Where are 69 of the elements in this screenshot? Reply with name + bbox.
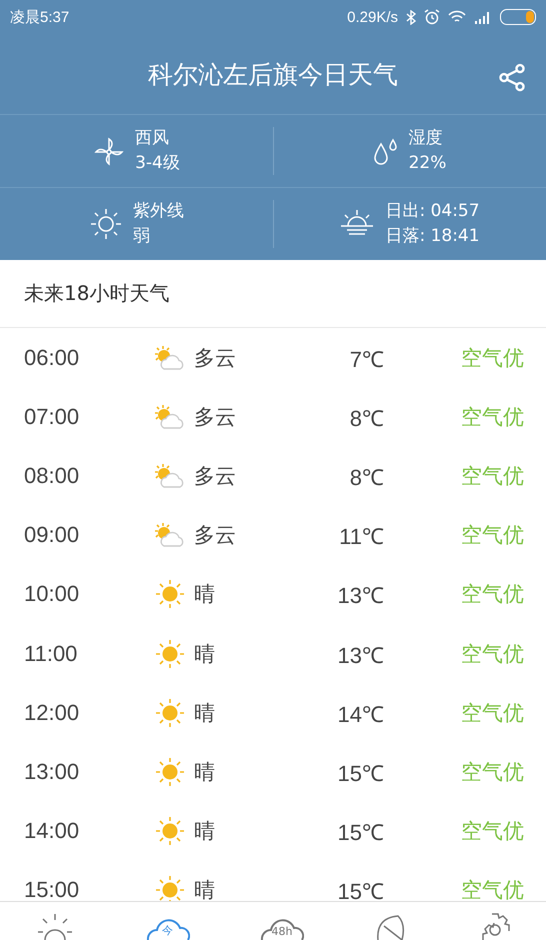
sun-icon [155, 816, 185, 846]
air-quality: 空气优 [460, 818, 525, 846]
sun-icon [155, 638, 185, 669]
detail-label: 日出: 04:57 [385, 200, 480, 223]
weather-condition: 多云 [194, 404, 237, 431]
section-title: 未来18小时天气 [24, 280, 170, 307]
detail-label: 湿度 [408, 127, 444, 150]
air-quality: 空气优 [460, 640, 525, 668]
temperature: 13℃ [336, 582, 384, 610]
detail-value: 3-4级 [135, 152, 180, 175]
cloud-tab[interactable]: 今 [146, 910, 190, 940]
temperature: 7℃ [348, 346, 384, 373]
weather-condition: 晴 [194, 700, 216, 727]
hour-time: 08:00 [23, 462, 80, 489]
hour-time: 06:00 [23, 344, 80, 371]
air-quality: 空气优 [460, 522, 525, 550]
temperature: 11℃ [338, 523, 384, 550]
alarm-icon [424, 9, 440, 25]
detail-value: 22% [408, 152, 446, 175]
droplets-icon [372, 136, 399, 166]
air-quality: 空气优 [460, 581, 525, 608]
temperature: 13℃ [336, 642, 384, 669]
weather-condition: 多云 [194, 522, 237, 550]
hour-time: 09:00 [23, 522, 80, 548]
weather-condition: 晴 [194, 877, 216, 901]
weather-condition: 多云 [194, 344, 237, 372]
sun-icon [89, 207, 123, 241]
temperature: 15℃ [336, 819, 384, 846]
hour-time: 10:00 [23, 581, 80, 608]
cloud-tab[interactable]: 48h [260, 910, 304, 940]
page-title: 科尔沁左后旗今日天气 [148, 58, 398, 90]
hour-time: 15:00 [23, 877, 80, 901]
weather-condition: 多云 [194, 462, 237, 490]
sun-icon [155, 875, 185, 901]
sun-icon [155, 698, 185, 728]
temperature: 15℃ [336, 760, 384, 787]
temperature: 8℃ [348, 404, 384, 432]
hour-time: 13:00 [23, 758, 80, 785]
air-quality: 空气优 [460, 700, 525, 727]
air-quality: 空气优 [460, 877, 525, 901]
network-speed: 0.29K/s [347, 8, 398, 26]
detail-value: 日落: 18:41 [385, 225, 480, 248]
battery-icon [500, 9, 536, 25]
weather-condition: 晴 [194, 581, 216, 608]
hour-time: 12:00 [23, 700, 80, 726]
sun-icon [155, 756, 185, 787]
temperature: 14℃ [336, 700, 384, 728]
detail-value: 弱 [133, 225, 151, 248]
air-quality: 空气优 [460, 462, 525, 490]
hour-time: 07:00 [23, 404, 80, 430]
weather-condition: 晴 [194, 640, 216, 668]
weather-condition: 晴 [194, 758, 216, 786]
bluetooth-icon [406, 10, 416, 24]
detail-label: 西风 [135, 127, 170, 150]
sun-icon [155, 579, 185, 610]
air-quality: 空气优 [460, 758, 525, 786]
weather-condition: 晴 [194, 818, 216, 846]
hour-time: 11:00 [23, 640, 78, 667]
air-quality: 空气优 [460, 404, 525, 431]
air-quality: 空气优 [460, 344, 525, 372]
hour-time: 14:00 [23, 818, 80, 844]
signal-icon [474, 10, 492, 24]
detail-label: 紫外线 [133, 200, 184, 223]
wifi-icon [448, 10, 466, 24]
temperature: 15℃ [336, 878, 384, 901]
share-icon[interactable] [498, 64, 526, 92]
temperature: 8℃ [348, 464, 384, 491]
status-time: 凌晨5:37 [10, 8, 70, 26]
fan-icon [93, 135, 126, 167]
